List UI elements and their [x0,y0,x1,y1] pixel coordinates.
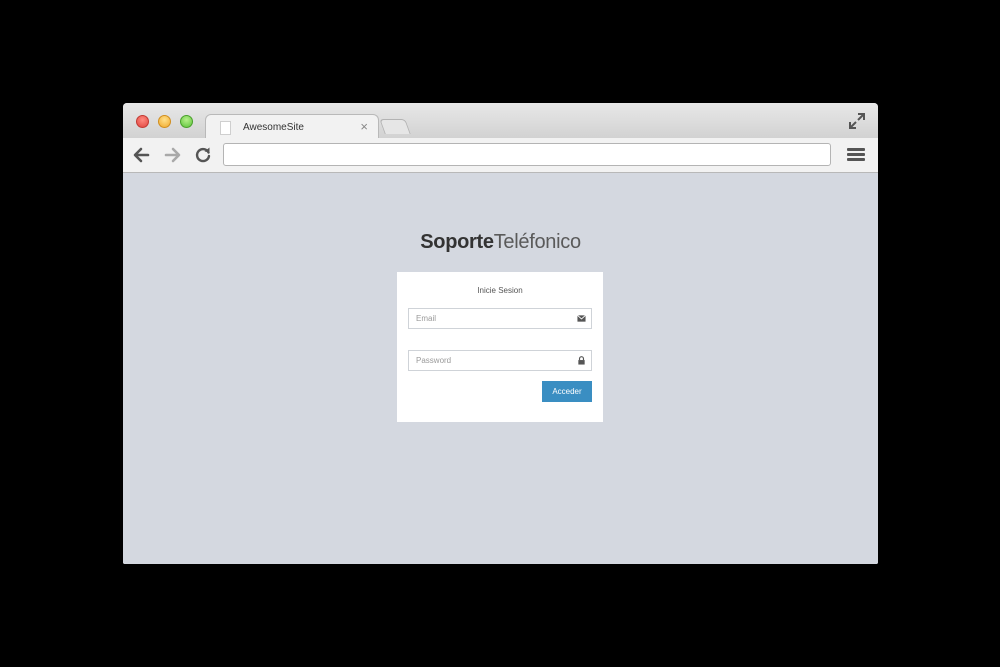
reload-icon[interactable] [194,146,212,164]
hamburger-menu-icon[interactable] [847,148,865,162]
page-content: SoporteTeléfonico Inicie Sesion Acceder [123,173,878,564]
tab-close-icon[interactable]: × [360,119,368,135]
login-card: Inicie Sesion Acceder [397,272,603,422]
lock-icon [578,356,585,365]
browser-toolbar [123,138,878,173]
new-tab-button[interactable] [379,119,411,134]
page-icon [220,121,231,135]
tab-title: AwesomeSite [243,122,304,133]
password-input[interactable] [409,351,583,370]
login-button[interactable]: Acceder [542,381,592,402]
brand-logo: SoporteTeléfonico [123,231,878,254]
envelope-icon [577,315,586,322]
brand-name-bold: Soporte [420,231,494,253]
browser-window: AwesomeSite × SoporteTeléfonico Inicie S… [123,103,878,564]
arrow-right-icon[interactable] [163,146,181,164]
brand-name-light: Teléfonico [493,231,581,253]
browser-tab[interactable]: AwesomeSite × [205,114,379,141]
password-field[interactable] [408,350,592,371]
minimize-window-button[interactable] [158,115,171,128]
login-title: Inicie Sesion [477,286,523,295]
address-bar[interactable] [223,143,831,166]
fullscreen-icon[interactable] [848,112,866,130]
zoom-window-button[interactable] [180,115,193,128]
close-window-button[interactable] [136,115,149,128]
title-bar: AwesomeSite × [123,103,878,141]
email-input[interactable] [409,309,583,328]
email-field[interactable] [408,308,592,329]
arrow-left-icon[interactable] [133,146,151,164]
